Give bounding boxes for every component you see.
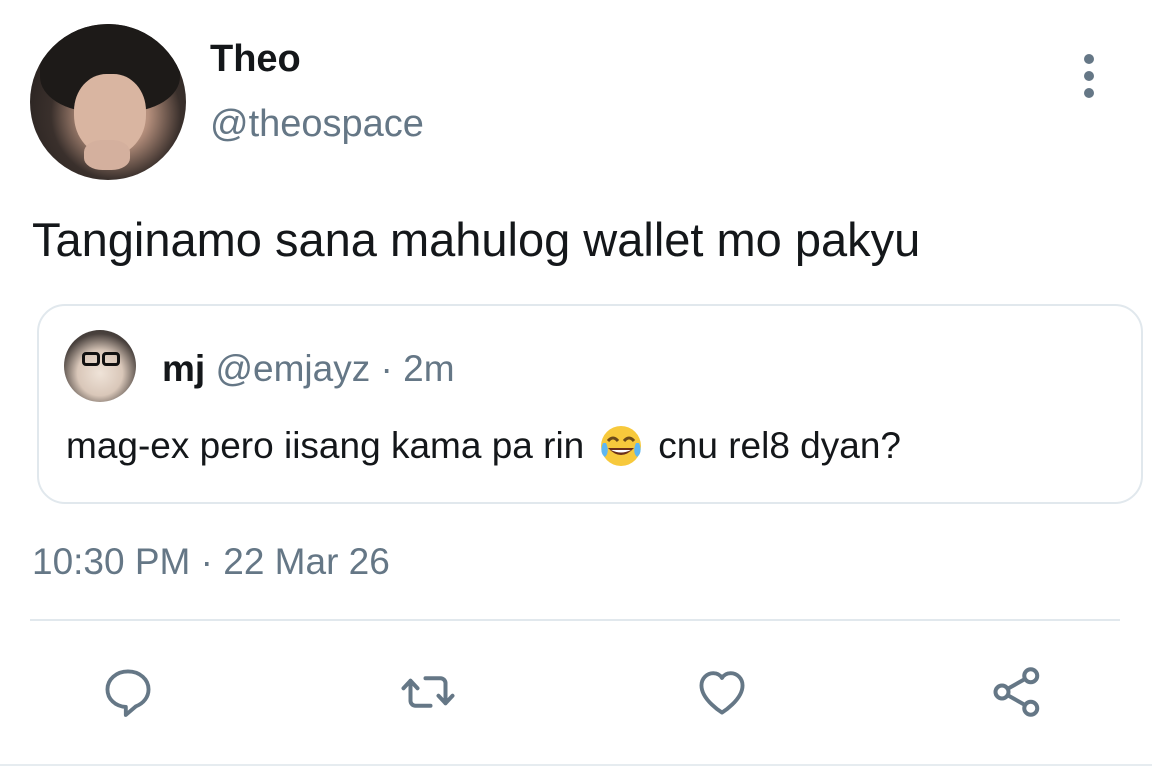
quoted-text-after-emoji: cnu rel8 dyan? [658,425,901,466]
reply-button[interactable] [96,660,160,724]
tweet-text: Tanginamo sana mahulog wallet mo pakyu [32,213,921,266]
share-icon [993,667,1040,717]
share-button[interactable] [985,660,1049,724]
actions-divider [30,619,1120,621]
quoted-time-ago: 2m [403,348,455,389]
quoted-text-before-emoji: mag-ex pero iisang kama pa rin [66,425,585,466]
quoted-tweet-card[interactable]: mj @emjayz · 2m mag-ex pero iisang kama … [37,304,1143,504]
face-with-tears-of-joy-icon [601,426,642,466]
more-options-button[interactable] [1074,54,1104,98]
glasses-right-shape [102,352,120,366]
retweet-button[interactable] [396,660,460,724]
quoted-tweet-header: mj @emjayz · 2m [162,348,455,390]
author-avatar[interactable] [30,24,186,180]
quoted-display-name: mj [162,348,206,389]
bottom-border [0,764,1152,766]
like-button[interactable] [690,660,754,724]
heart-icon [699,671,745,715]
quoted-separator: · [370,348,404,389]
avatar-hand-shape [84,140,130,170]
retweet-icon [401,676,455,708]
tweet-timestamp[interactable]: 10:30 PM · 22 Mar 26 [32,541,390,583]
author-display-name[interactable]: Theo [210,38,301,81]
more-vertical-icon [1084,54,1094,64]
more-vertical-icon-dot [1084,88,1094,98]
quoted-tweet-text: mag-ex pero iisang kama pa rin cnu rel8 … [66,423,901,469]
more-vertical-icon-dot [1084,71,1094,81]
glasses-left-shape [82,352,100,366]
reply-icon [105,669,151,717]
tweet-detail: Theo @theospace Tanginamo sana mahulog w… [0,0,1152,783]
quoted-handle: @emjayz [215,348,371,389]
quoted-author-avatar [64,330,136,402]
author-handle[interactable]: @theospace [210,103,424,146]
